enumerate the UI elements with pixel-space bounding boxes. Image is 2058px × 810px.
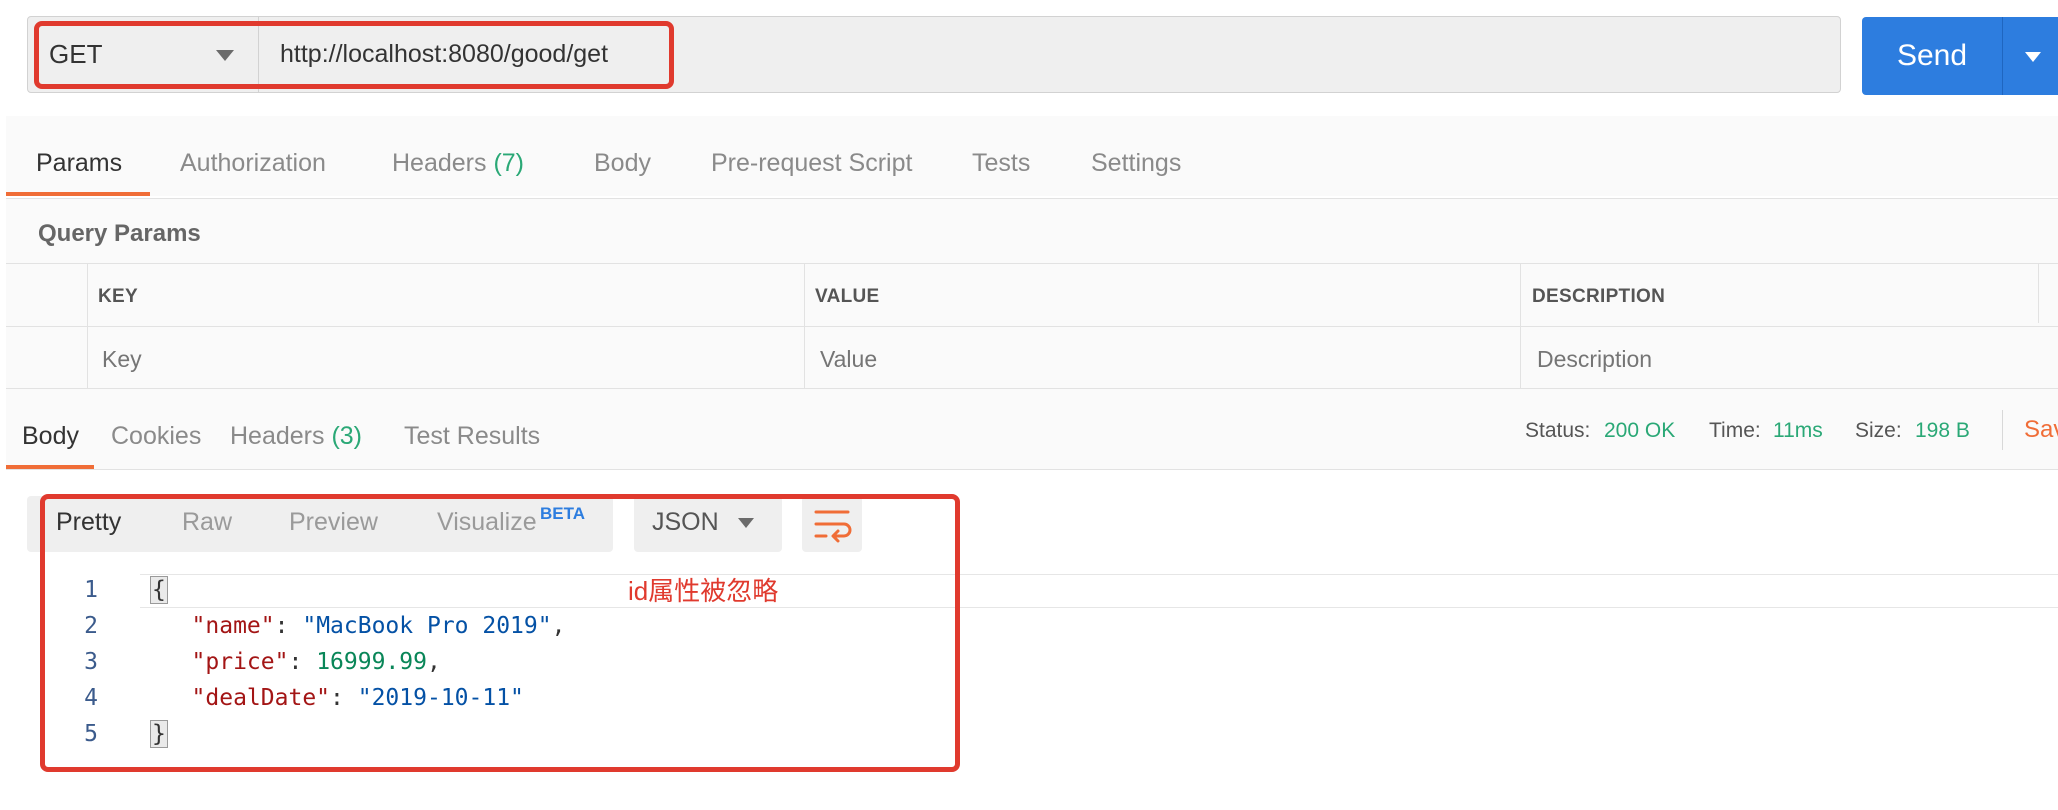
divider [6,263,2058,264]
divider [6,469,2058,470]
time-value: 11ms [1773,419,1823,442]
chevron-down-icon [2025,52,2041,62]
tab-settings[interactable]: Settings [1091,149,1181,178]
status-label: Status: [1525,419,1591,442]
param-description-input[interactable] [1535,340,2029,378]
column-header-description: DESCRIPTION [1532,286,1666,307]
tab-params[interactable]: Params [36,149,122,178]
column-divider [804,263,805,388]
tab-headers-count: (7) [493,149,525,177]
send-button[interactable]: Send [1862,17,2002,95]
size-value: 198 B [1915,419,1970,442]
divider [6,326,2058,327]
param-value-input[interactable] [818,340,1512,378]
time-label: Time: [1709,419,1761,442]
tab-tests[interactable]: Tests [972,149,1030,178]
size-label: Size: [1855,419,1902,442]
divider [2002,410,2003,450]
tab-headers[interactable]: Headers (7) [392,149,524,178]
column-divider [1520,263,1521,388]
tab-pre-request-script[interactable]: Pre-request Script [711,149,912,178]
query-params-title: Query Params [38,220,201,247]
response-tab-headers-label: Headers [230,422,325,450]
param-key-input[interactable] [100,340,794,378]
response-tab-headers[interactable]: Headers (3) [230,422,362,451]
annotation-box-response [40,494,960,772]
column-header-key: KEY [98,286,138,307]
response-tab-headers-count: (3) [331,422,363,450]
tab-body[interactable]: Body [594,149,651,178]
column-divider [2038,263,2039,323]
send-options-button[interactable] [2002,17,2058,95]
response-tab-test-results[interactable]: Test Results [404,422,540,451]
tab-headers-label: Headers [392,149,487,177]
response-tab-cookies[interactable]: Cookies [111,422,201,451]
column-divider [87,263,88,388]
save-response-button[interactable]: Sav [2024,416,2058,444]
response-tab-body[interactable]: Body [22,422,79,451]
send-label: Send [1896,39,1968,72]
annotation-box-request [34,21,674,89]
status-value: 200 OK [1604,419,1676,442]
tab-authorization[interactable]: Authorization [180,149,326,178]
column-header-value: VALUE [815,286,880,307]
tab-active-indicator [6,192,150,196]
